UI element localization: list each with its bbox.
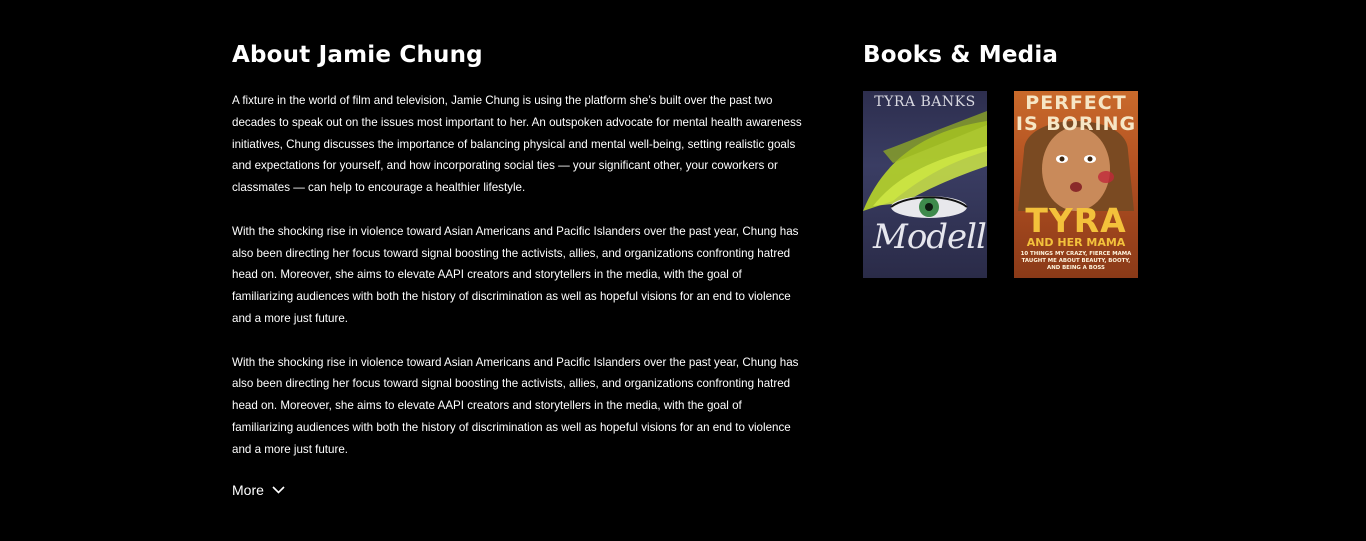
chevron-down-icon [272, 486, 285, 494]
book2-tagline: 10 THINGS MY CRAZY, FIERCE MAMA TAUGHT M… [1020, 251, 1132, 271]
book2-subtitle: AND HER MAMA [1026, 236, 1126, 249]
about-heading: About Jamie Chung [232, 42, 483, 68]
more-button[interactable]: More [232, 481, 285, 499]
about-paragraph-2: With the shocking rise in violence towar… [232, 224, 799, 325]
about-section: About Jamie Chung A fixture in the world… [232, 40, 804, 500]
media-heading: Books & Media [863, 42, 1059, 68]
book1-author: TYRA BANKS [874, 94, 976, 110]
about-paragraph-3: With the shocking rise in violence towar… [232, 355, 799, 456]
books-media-section: Books & Media TYRA BANKS Modelland [863, 40, 1163, 278]
book-list: TYRA BANKS Modelland PERFECT IS BORING T… [863, 91, 1163, 278]
book2-author: TYRA [1025, 201, 1127, 240]
book2-title: PERFECT IS BORING [1015, 92, 1137, 135]
book1-title: Modelland [873, 217, 987, 257]
book-cover-perfect-is-boring[interactable]: PERFECT IS BORING TYRA AND HER MAMA 10 T… [1014, 91, 1138, 278]
more-label: More [232, 482, 264, 499]
about-paragraph-1: A fixture in the world of film and telev… [232, 94, 802, 195]
book-cover-modelland[interactable]: TYRA BANKS Modelland [863, 91, 987, 278]
